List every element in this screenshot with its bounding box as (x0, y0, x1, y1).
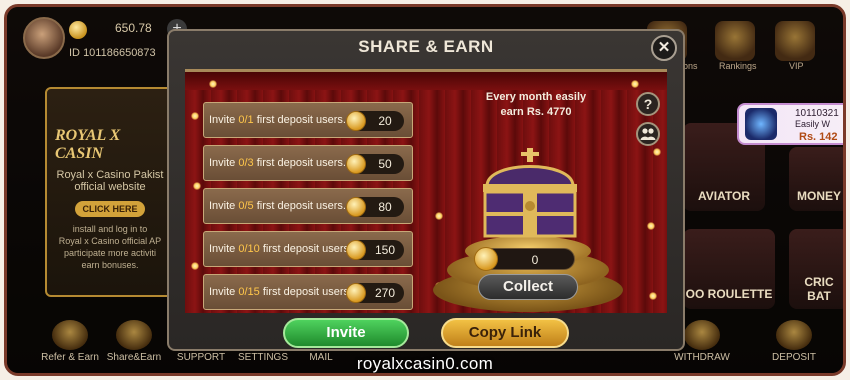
task-text: Invite 0/15 first deposit users. (209, 286, 353, 298)
invite-button[interactable]: Invite (283, 318, 409, 348)
top-icon-label: Rankings (719, 61, 757, 71)
share-earn-icon (116, 320, 152, 350)
deposit-icon (776, 320, 812, 350)
rocket-icon (745, 108, 777, 140)
watermark-text: royalxcasin0.com (356, 354, 494, 373)
light-bulb (435, 212, 443, 220)
reward-value: 20 (378, 114, 392, 128)
copy-link-button[interactable]: Copy Link (441, 318, 569, 348)
promo-small-text: install and log in to (72, 224, 148, 234)
close-icon[interactable]: ✕ (651, 35, 677, 61)
task-row: Invite 0/10 first deposit users. 150 (203, 231, 413, 267)
light-bulb (209, 80, 217, 88)
tile-label: OO ROULETTE (685, 287, 773, 301)
claim-value: 0 (531, 253, 539, 267)
coin-icon (346, 283, 366, 303)
reward-value: 50 (378, 157, 392, 171)
task-text: Invite 0/5 first deposit users. (209, 200, 346, 212)
coin-icon (346, 197, 366, 217)
tile-label: CRIC (804, 275, 834, 289)
light-bulb (653, 148, 661, 156)
curtain-stage: Invite 0/1 first deposit users. 20 Invit… (185, 69, 667, 313)
rankings-icon[interactable] (715, 21, 755, 61)
game-tile-cricket[interactable]: CRIC BAT (789, 229, 843, 309)
monthly-earn-text: Every month easily earn Rs. 4770 (471, 90, 601, 120)
notification-text: Easily W (795, 119, 831, 129)
help-icon[interactable]: ? (636, 92, 660, 116)
modal-title: SHARE & EARN (358, 37, 494, 56)
light-bulb (647, 222, 655, 230)
task-row: Invite 0/5 first deposit users. 80 (203, 188, 413, 224)
light-bulb (191, 262, 199, 270)
reward-value: 150 (374, 243, 396, 257)
win-notification: 10110321 Easily W Rs. 142 (737, 103, 843, 145)
game-tile-money[interactable]: MONEY (789, 147, 843, 211)
avatar[interactable] (23, 17, 65, 59)
click-here-button[interactable]: CLICK HERE (75, 201, 145, 217)
balance-value: 650.78 (115, 21, 152, 35)
light-bulb (631, 80, 639, 88)
collect-button[interactable]: Collect (478, 274, 578, 300)
coin-icon (474, 247, 498, 271)
task-progress: 0/15 (238, 286, 260, 298)
curtain-valance (185, 72, 667, 90)
reward-value: 270 (374, 286, 396, 300)
notification-user-id: 10110321 (795, 108, 839, 119)
user-id: ID 101186650873 (69, 47, 156, 59)
coin-icon (346, 240, 366, 260)
coin-icon (346, 111, 366, 131)
task-progress: 0/3 (238, 157, 254, 169)
promo-small-text: Royal x Casino official AP (58, 236, 162, 246)
task-text: Invite 0/1 first deposit users. (209, 114, 346, 126)
game-tile-roulette[interactable]: OO ROULETTE (683, 229, 775, 309)
task-row: Invite 0/3 first deposit users. 50 (203, 145, 413, 181)
notification-amount: Rs. 142 (799, 131, 838, 143)
monthly-line: earn Rs. 4770 (500, 106, 572, 118)
friends-icon[interactable] (636, 122, 660, 146)
task-reward: 50 (346, 154, 404, 174)
coin-icon (69, 21, 87, 39)
promo-card[interactable]: ROYAL X CASIN Royal x Casino Pakist offi… (45, 87, 175, 297)
top-icon-label: VIP (789, 61, 804, 71)
withdraw-icon (684, 320, 720, 350)
light-bulb (649, 292, 657, 300)
claimable-amount: 0 (474, 247, 575, 271)
task-reward: 270 (346, 283, 404, 303)
task-list: Invite 0/1 first deposit users. 20 Invit… (203, 102, 413, 313)
task-reward: 150 (346, 240, 404, 260)
tile-label: BAT (807, 289, 831, 303)
treasure-chest-icon (483, 148, 577, 238)
task-text: Invite 0/10 first deposit users. (209, 243, 353, 255)
promo-logo: ROYAL X CASIN (55, 127, 121, 162)
light-bulb (191, 112, 199, 120)
monthly-line: Every month easily (485, 91, 587, 103)
tile-label: MONEY (796, 189, 841, 203)
task-row: Invite 0/1 first deposit users. 20 (203, 102, 413, 138)
light-bulb (193, 182, 201, 190)
task-row: Invite 0/15 first deposit users. 270 (203, 274, 413, 310)
task-reward: 20 (346, 111, 404, 131)
tile-label: AVIATOR (697, 189, 750, 203)
task-progress: 0/5 (238, 200, 254, 212)
promo-small-text: participate more activiti (63, 248, 157, 258)
refer-earn-icon (52, 320, 88, 350)
promo-small-text: earn bonuses. (81, 260, 139, 270)
task-reward: 80 (346, 197, 404, 217)
user-id-value: 101186650873 (83, 47, 156, 59)
user-id-prefix: ID (69, 47, 80, 59)
reward-value: 80 (378, 200, 392, 214)
task-progress: 0/1 (238, 114, 254, 126)
coin-icon (346, 154, 366, 174)
share-earn-modal: SHARE & EARN ✕ Invite 0/1 first deposit … (167, 29, 685, 351)
vip-icon[interactable] (775, 21, 815, 61)
promo-line: Royal x Casino Pakist (56, 169, 164, 181)
task-text: Invite 0/3 first deposit users. (209, 157, 346, 169)
task-progress: 0/10 (238, 243, 260, 255)
promo-line: official website (74, 181, 146, 193)
